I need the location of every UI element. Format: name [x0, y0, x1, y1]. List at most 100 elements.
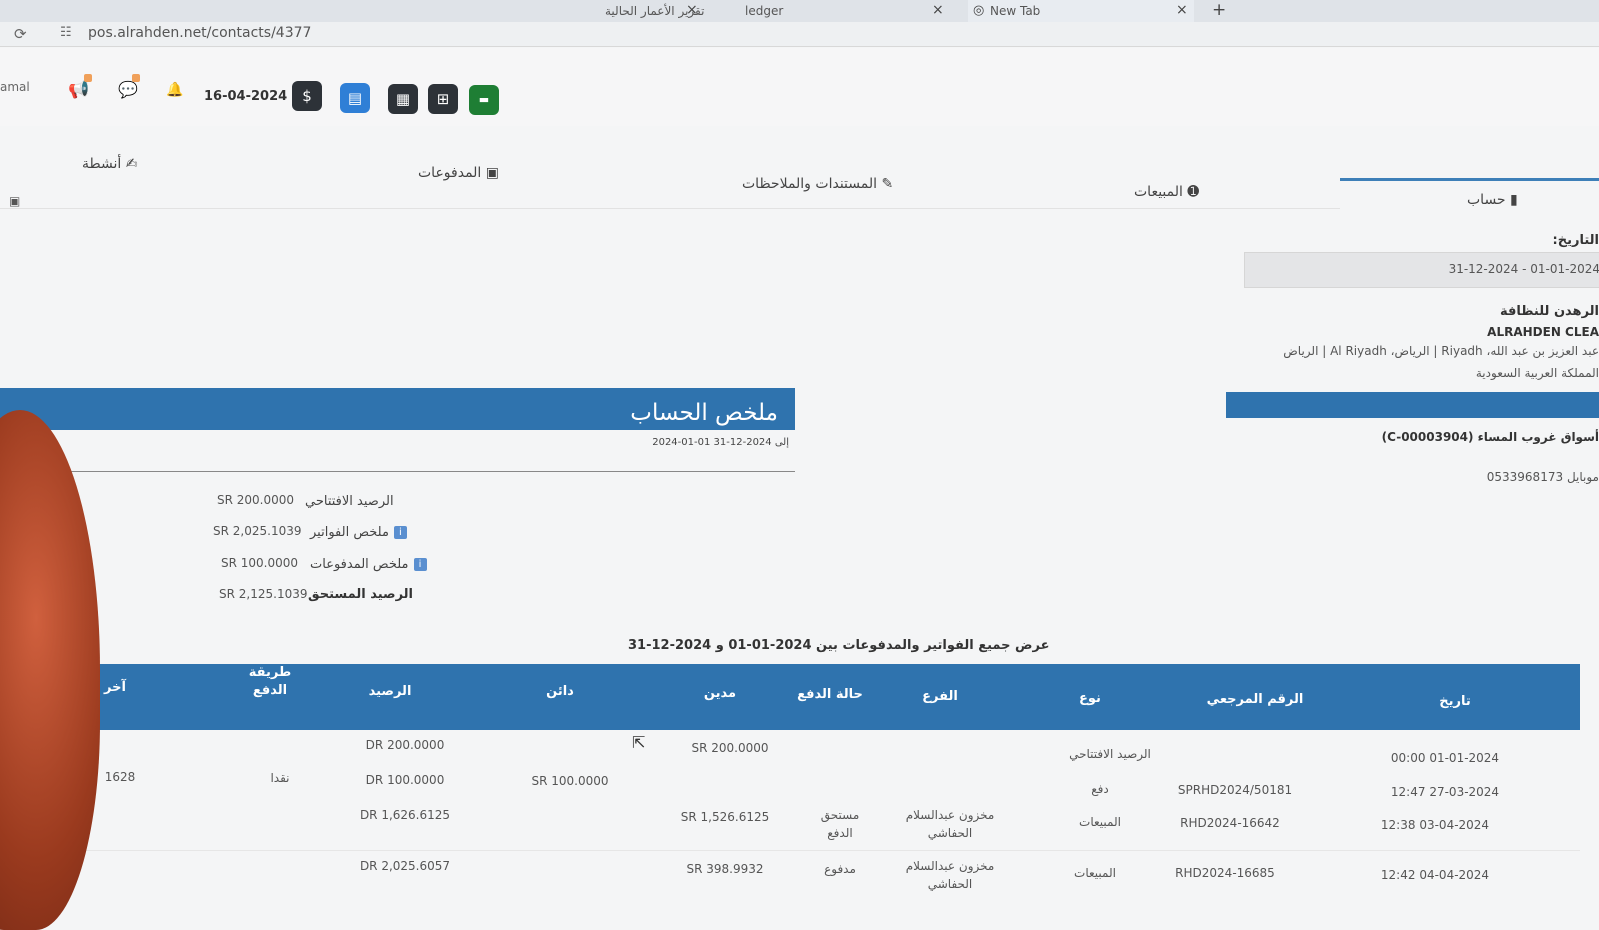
cell-debit: SR 398.9932: [686, 862, 764, 876]
company-name-ar: الرهدن للنظافة: [1499, 304, 1599, 319]
tab-payments[interactable]: المدفوعات ▣: [418, 165, 499, 181]
cell-reference[interactable]: RHD2024-16642: [1170, 816, 1290, 830]
cell-type: دفع: [1091, 782, 1109, 796]
notification-dot: [84, 74, 92, 82]
date-range-value: 31-12-2024 - 01-01-2024: [1448, 262, 1599, 276]
cell-balance: DR 100.0000: [365, 773, 445, 787]
cell-reference[interactable]: RHD2024-16685: [1165, 866, 1285, 880]
info-icon[interactable]: i: [413, 558, 427, 571]
tab-label: المستندات والملاحظات: [742, 176, 878, 192]
arrow-circle-icon: ➊: [1187, 184, 1200, 200]
col-payment-method: طريقة الدفع: [248, 665, 292, 698]
cell-branch: مخزون عبدالسلام الحفاشي: [905, 808, 995, 840]
tab-label: حساب: [1467, 192, 1506, 208]
invoices-summary-value: SR 2,025.1039: [213, 524, 302, 538]
date-range-input[interactable]: 31-12-2024 - 01-01-2024: [1244, 252, 1599, 288]
customer-mobile: 0533968173 موبايل: [1487, 470, 1599, 484]
book-icon: ▮: [1510, 192, 1518, 208]
mobile-value: 0533968173: [1486, 470, 1564, 484]
close-icon[interactable]: ×: [1176, 2, 1188, 18]
cell-balance: DR 200.0000: [365, 738, 445, 752]
currency-note-icon[interactable]: ▬: [469, 85, 499, 115]
payments-summary-label: i ملخص المدفوعات: [310, 557, 427, 572]
cell-other: 1628: [104, 770, 136, 784]
cell-type: المبيعات: [1074, 866, 1116, 880]
calculator-icon[interactable]: ▦: [388, 84, 418, 114]
col-reference: الرقم المرجعي: [1206, 692, 1304, 707]
site-settings-icon[interactable]: ☷: [60, 25, 72, 40]
customer-name: أسواق غروب المساء (C-00003904): [1381, 430, 1599, 444]
col-balance: الرصيد: [368, 684, 412, 699]
cell-credit: SR 100.0000: [531, 774, 609, 788]
mobile-label: موبايل: [1566, 470, 1599, 484]
tab-documents-notes[interactable]: المستندات والملاحظات ✎: [742, 176, 893, 192]
payments-summary-value: SR 100.0000: [221, 556, 299, 570]
header-date: 16-04-2024: [204, 89, 288, 104]
date-range-label: التاريخ:: [1552, 233, 1599, 248]
cell-date: 03-04-2024 12:38: [1380, 818, 1490, 832]
info-icon[interactable]: i: [393, 526, 407, 539]
user-name-fragment[interactable]: amal: [0, 80, 30, 94]
cell-branch: مخزون عبدالسلام الحفاشي: [905, 859, 995, 891]
invoices-summary-text: ملخص الفواتير: [310, 525, 389, 540]
summary-date-range: 2024-01-01 إلى 2024-12-31: [652, 437, 789, 448]
tab-account[interactable]: حساب ▮: [1467, 192, 1518, 208]
browser-tab-new[interactable]: New Tab: [968, 0, 1194, 22]
tab-label: أنشطة: [82, 156, 122, 172]
cell-date: 27-03-2024 12:47: [1390, 785, 1500, 799]
tabs-divider: [0, 208, 1340, 209]
tab-label: المدفوعات: [418, 165, 482, 181]
payments-summary-text: ملخص المدفوعات: [310, 557, 409, 572]
cell-type: المبيعات: [1079, 815, 1121, 829]
tab-sales[interactable]: المبيعات ➊: [1134, 184, 1199, 200]
browser-tab-strip: تقرير الأعمار الحالية × ledger × New Tab…: [0, 0, 1599, 22]
company-address-line2: المملكة العربية السعودية: [1475, 366, 1599, 380]
right-header-band: [1226, 392, 1599, 418]
pencil-square-icon: ✍: [125, 156, 138, 172]
app-header: [0, 48, 1599, 126]
money-icon[interactable]: $: [292, 81, 322, 111]
ledger-range-caption: عرض جميع الفواتير والمدفوعات بين 2024-01…: [628, 638, 1050, 653]
cell-payment-method: نقدا: [270, 771, 290, 785]
tab-label: New Tab: [990, 4, 1041, 18]
cell-payment-status: مستحق الدفع: [820, 808, 860, 840]
tab-label: ledger: [745, 4, 784, 18]
close-icon[interactable]: ×: [686, 2, 698, 18]
cell-balance: DR 1,626.6125: [359, 808, 451, 822]
row-divider: [80, 850, 1580, 851]
tab-activities[interactable]: أنشطة ✍: [82, 156, 137, 172]
tab-label: المبيعات: [1134, 184, 1183, 200]
calendar-add-icon[interactable]: ⊞: [428, 84, 458, 114]
col-type: نوع: [1079, 691, 1101, 706]
col-date: تاريخ: [1439, 694, 1471, 709]
summary-divider: [60, 471, 795, 472]
pos-screen-icon[interactable]: ▤: [340, 83, 370, 113]
cell-type: الرصيد الافتتاحي: [1069, 747, 1151, 761]
col-credit: دائن: [546, 684, 574, 699]
finger-obstruction: [0, 410, 100, 930]
active-tab-indicator: [1340, 178, 1599, 181]
col-debit: مدين: [703, 686, 737, 701]
bell-icon[interactable]: 🔔: [166, 82, 183, 98]
cell-reference[interactable]: SPRHD2024/50181: [1170, 783, 1300, 797]
new-tab-button[interactable]: +: [1212, 0, 1226, 20]
url-field[interactable]: pos.alrahden.net/contacts/4377: [88, 25, 311, 41]
chat-icon[interactable]: 💬: [118, 80, 138, 99]
cell-date: 01-01-2024 00:00: [1390, 751, 1500, 765]
company-address-line1: عبد العزيز بن عبد الله، Riyadh | الرياض،…: [1283, 344, 1599, 358]
balance-due-value: SR 2,125.1039: [219, 587, 308, 601]
close-icon[interactable]: ×: [932, 2, 944, 18]
summary-title: ملخص الحساب: [624, 400, 784, 426]
invoices-summary-label: i ملخص الفواتير: [310, 525, 407, 540]
cell-debit: SR 200.0000: [691, 741, 769, 755]
col-payment-status: حالة الدفع: [797, 687, 863, 702]
megaphone-icon[interactable]: 📢: [68, 80, 89, 100]
notification-dot: [132, 74, 140, 82]
pdf-icon[interactable]: ▣: [9, 194, 20, 208]
cell-balance: DR 2,025.6057: [359, 859, 451, 873]
chrome-logo-icon: ◎: [973, 3, 985, 18]
reload-icon[interactable]: ⟳: [14, 25, 27, 43]
cell-debit: SR 1,526.6125: [680, 810, 770, 824]
browser-tab-ledger[interactable]: ledger: [745, 0, 783, 22]
balance-due-label: الرصيد المستحق: [308, 587, 414, 602]
